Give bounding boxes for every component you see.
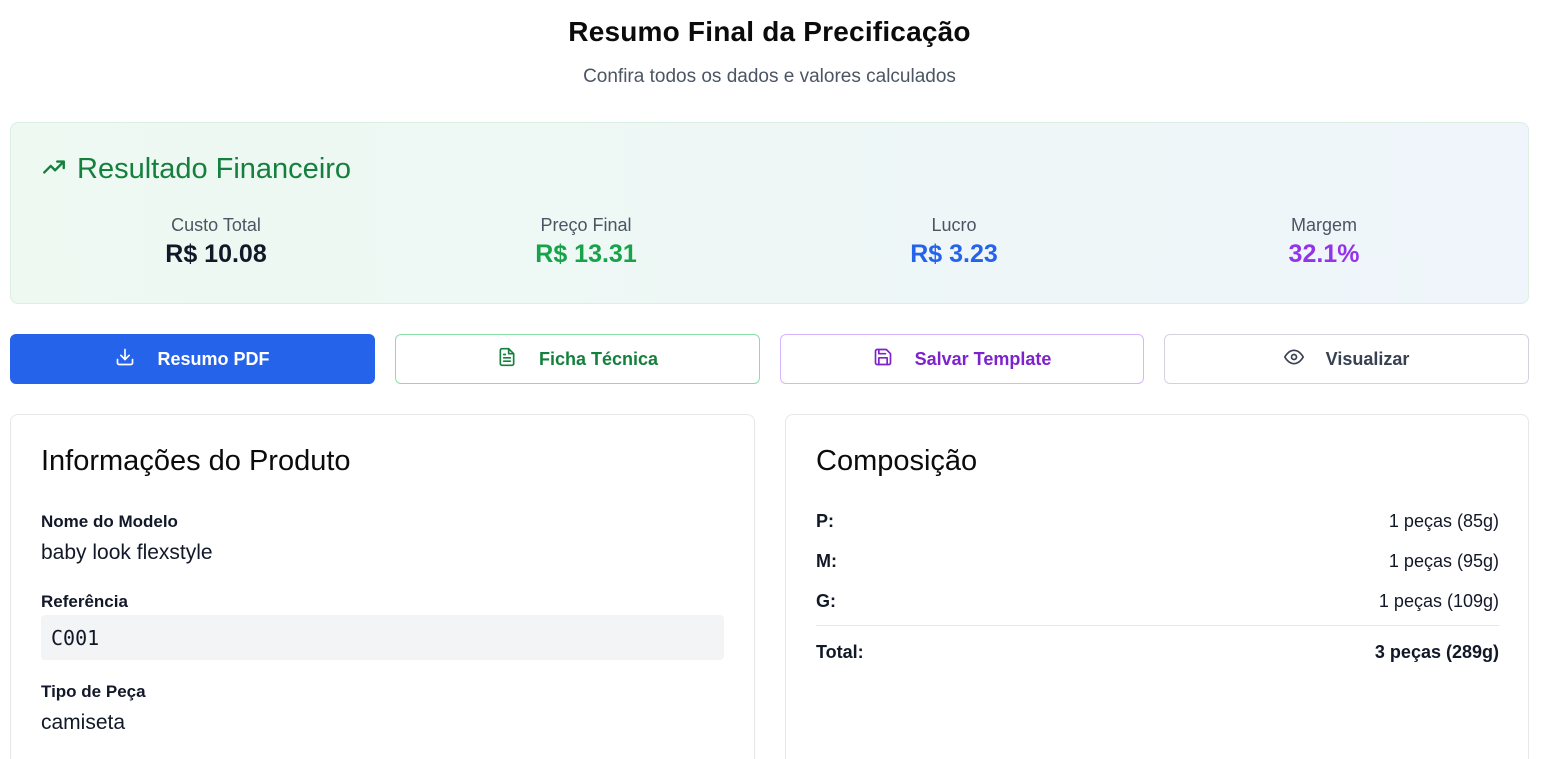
reference-label: Referência xyxy=(41,592,128,611)
financial-result-header: Resultado Financeiro xyxy=(41,153,351,186)
pdf-summary-label: Resumo PDF xyxy=(157,348,270,369)
size-quantity: 1 peças (109g) xyxy=(1378,591,1499,611)
save-icon xyxy=(873,347,893,372)
financial-result-title: Resultado Financeiro xyxy=(77,153,352,185)
list-item: M: 1 peças (95g) xyxy=(816,551,1499,572)
size-label: P: xyxy=(816,511,834,531)
save-template-button[interactable]: Salvar Template xyxy=(780,334,1144,384)
preview-label: Visualizar xyxy=(1325,348,1410,369)
total-value: 3 peças (289g) xyxy=(1374,642,1499,662)
model-name-value: baby look flexstyle xyxy=(41,541,213,564)
piece-type-label: Tipo de Peça xyxy=(41,682,146,701)
composition-title: Composição xyxy=(816,445,978,477)
product-info-card: Informações do Produto Nome do Modelo ba… xyxy=(10,414,755,759)
stat-label: Preço Final xyxy=(540,215,632,235)
size-label: M: xyxy=(816,551,837,571)
stat-value: 32.1% xyxy=(1288,240,1360,268)
piece-type-value: camiseta xyxy=(41,711,126,734)
product-info-title: Informações do Produto xyxy=(41,445,351,477)
stat-label: Lucro xyxy=(931,215,977,235)
file-text-icon xyxy=(497,347,517,372)
page-title: Resumo Final da Precificação xyxy=(568,16,971,47)
reference-value: C001 xyxy=(41,615,724,660)
size-quantity: 1 peças (95g) xyxy=(1388,551,1499,571)
financial-result-card: Resultado Financeiro Custo Total R$ 10.0… xyxy=(10,122,1529,304)
model-name-label: Nome do Modelo xyxy=(41,512,178,531)
trending-up-icon xyxy=(41,154,67,185)
stat-margin: Margem 32.1% xyxy=(1139,215,1509,269)
size-label: G: xyxy=(816,591,836,611)
stat-final-price: Preço Final R$ 13.31 xyxy=(401,215,771,269)
stat-profit: Lucro R$ 3.23 xyxy=(769,215,1139,269)
stat-value: R$ 10.08 xyxy=(165,240,267,268)
list-item: G: 1 peças (109g) xyxy=(816,591,1499,612)
page-subtitle: Confira todos os dados e valores calcula… xyxy=(583,66,956,87)
download-icon xyxy=(115,347,135,372)
composition-total-row: Total: 3 peças (289g) xyxy=(816,642,1499,663)
eye-icon xyxy=(1283,347,1304,372)
stat-value: R$ 3.23 xyxy=(910,240,998,268)
tech-sheet-label: Ficha Técnica xyxy=(538,348,659,369)
size-quantity: 1 peças (85g) xyxy=(1388,511,1499,531)
stat-value: R$ 13.31 xyxy=(535,240,637,268)
pdf-summary-button[interactable]: Resumo PDF xyxy=(10,334,375,384)
stat-label: Custo Total xyxy=(171,215,261,235)
save-template-label: Salvar Template xyxy=(914,348,1052,369)
preview-button[interactable]: Visualizar xyxy=(1164,334,1529,384)
total-label: Total: xyxy=(816,642,864,662)
stat-total-cost: Custo Total R$ 10.08 xyxy=(31,215,401,269)
stat-label: Margem xyxy=(1290,215,1357,235)
composition-card: Composição P: 1 peças (85g) M: 1 peças (… xyxy=(785,414,1529,759)
divider xyxy=(816,625,1499,626)
tech-sheet-button[interactable]: Ficha Técnica xyxy=(395,334,760,384)
list-item: P: 1 peças (85g) xyxy=(816,511,1499,532)
